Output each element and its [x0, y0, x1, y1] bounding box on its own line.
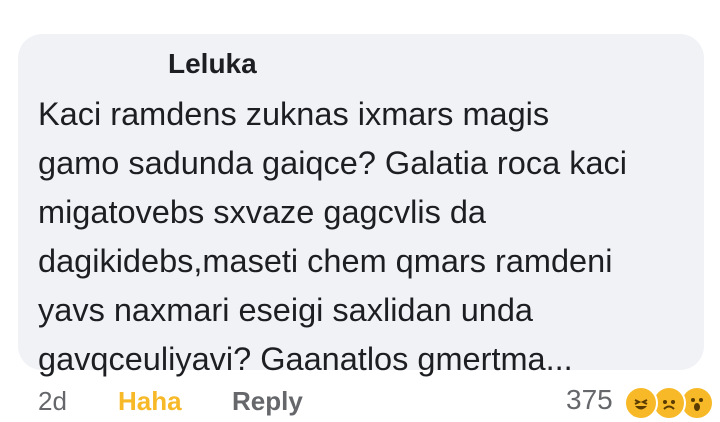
comment-actions-bar: 2d Haha Reply 375 [0, 382, 720, 422]
comment-timestamp[interactable]: 2d [38, 386, 67, 417]
wow-emoji-glyph [691, 398, 703, 411]
reaction-button[interactable]: Haha [118, 386, 182, 417]
comment-author[interactable]: Leluka [168, 48, 257, 80]
haha-emoji-glyph [634, 399, 648, 410]
reply-button[interactable]: Reply [232, 386, 303, 417]
haha-emoji-icon[interactable] [624, 386, 658, 420]
reaction-count[interactable]: 375 [566, 384, 613, 416]
sad-emoji-glyph [663, 400, 675, 410]
comment-text: Kaci ramdens zuknas ixmars magis gamo sa… [38, 96, 627, 377]
